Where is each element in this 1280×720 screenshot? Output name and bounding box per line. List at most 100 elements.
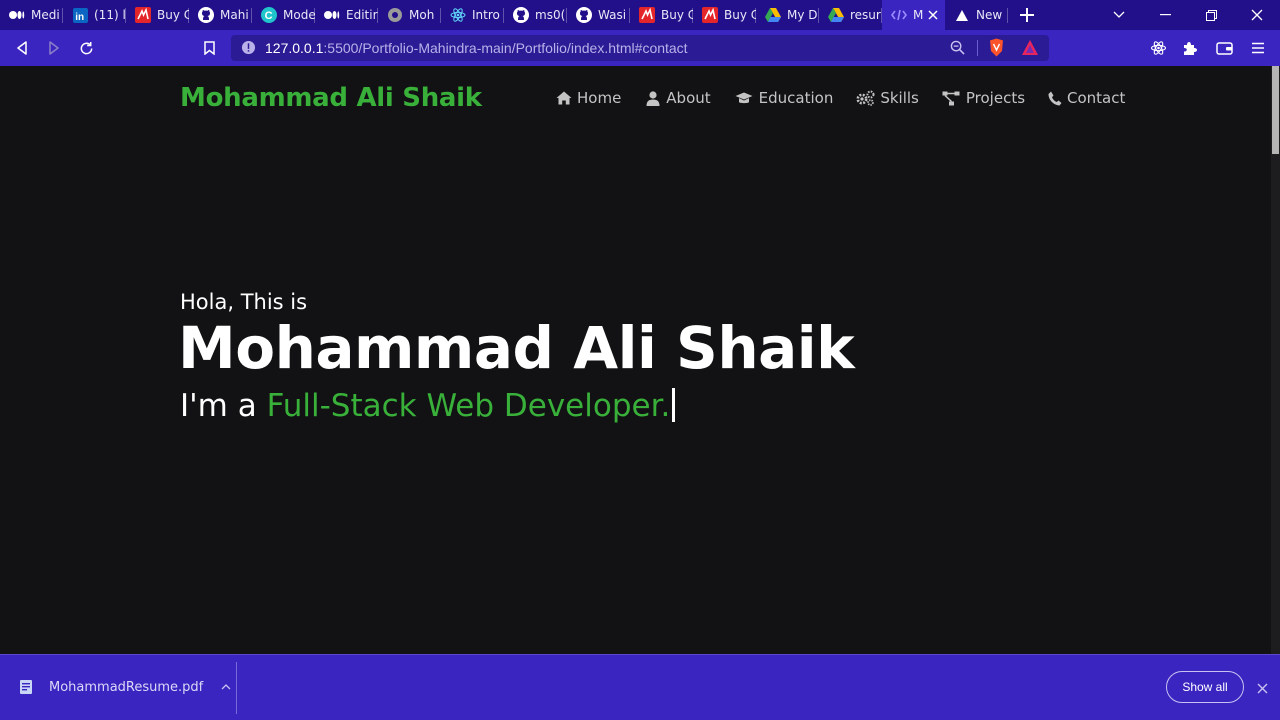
download-divider	[236, 662, 237, 714]
url-path: :5500/Portfolio-Mahindra-main/Portfolio/…	[323, 40, 688, 56]
tab[interactable]: My D	[756, 0, 819, 30]
pdf-file-icon	[20, 680, 32, 694]
download-filename: MohammadResume.pdf	[49, 679, 204, 695]
nav-item-skills[interactable]: Skills	[856, 89, 919, 107]
drive-icon	[828, 7, 844, 23]
tab[interactable]: Intro	[441, 0, 504, 30]
nav-item-about[interactable]: About	[644, 89, 711, 107]
close-window-button[interactable]	[1234, 0, 1280, 30]
tab-title: Mahi	[220, 8, 249, 22]
tab[interactable]: New	[945, 0, 1008, 30]
tab[interactable]: Medi	[0, 0, 63, 30]
bookmark-icon	[203, 41, 215, 55]
nav-item-projects[interactable]: Projects	[942, 89, 1025, 107]
store-icon	[702, 7, 718, 23]
minimize-icon	[1159, 14, 1171, 16]
nav-label: Education	[758, 89, 834, 107]
tab-title: Buy C	[661, 8, 693, 22]
nav-label: Skills	[880, 89, 919, 107]
svg-text:in: in	[75, 12, 84, 23]
wallet-icon	[1215, 42, 1233, 55]
nav-label: Home	[577, 89, 622, 107]
github-icon	[513, 7, 529, 23]
globe-icon	[387, 7, 403, 23]
tagline-role: Full-Stack Web Developer.	[266, 388, 671, 424]
drive-icon	[765, 7, 781, 23]
download-item[interactable]: MohammadResume.pdf	[18, 674, 233, 700]
tab[interactable]: C Mode	[252, 0, 315, 30]
tab[interactable]: in (11) l	[63, 0, 126, 30]
tab[interactable]: ms0(	[504, 0, 567, 30]
site-brand-logo[interactable]: Mohammad Ali Shaik	[180, 83, 482, 113]
user-icon	[644, 90, 661, 106]
tab-active[interactable]: M	[882, 0, 945, 30]
tab[interactable]: Mahi	[189, 0, 252, 30]
bookmark-button[interactable]	[195, 34, 223, 62]
address-divider	[977, 40, 978, 56]
page-scrollbar[interactable]	[1271, 66, 1280, 654]
tab-title: (11) l	[94, 8, 126, 22]
zoom-icon[interactable]	[950, 40, 965, 55]
tab-title: Mode	[283, 8, 315, 22]
back-button[interactable]	[8, 34, 36, 62]
scrollbar-thumb[interactable]	[1272, 66, 1279, 154]
tab-title: New	[976, 8, 1003, 22]
address-bar[interactable]: 127.0.0.1:5500/Portfolio-Mahindra-main/P…	[231, 35, 1049, 61]
tab[interactable]: Buy C	[693, 0, 756, 30]
minimize-button[interactable]	[1142, 0, 1188, 30]
github-icon	[198, 7, 214, 23]
tab[interactable]: Buy C	[630, 0, 693, 30]
chevron-up-icon[interactable]	[219, 680, 233, 694]
site-info-icon[interactable]	[241, 40, 256, 55]
restore-icon	[1205, 9, 1217, 21]
new-tab-icon	[954, 7, 970, 23]
tagline-prefix: I'm a	[180, 388, 267, 424]
brave-shields-icon[interactable]	[988, 38, 1005, 57]
download-shelf: MohammadResume.pdf Show all	[0, 654, 1280, 720]
nav-item-home[interactable]: Home	[555, 89, 621, 107]
close-tab-icon[interactable]	[926, 8, 940, 22]
typing-cursor	[672, 388, 676, 422]
hero-greeting: Hola, This is	[180, 290, 308, 314]
url-host: 127.0.0.1	[265, 40, 324, 56]
react-devtools-extension[interactable]	[1144, 34, 1172, 62]
store-icon	[135, 7, 151, 23]
extensions-button[interactable]	[1176, 34, 1204, 62]
back-arrow-icon	[17, 41, 27, 55]
tab-search-button[interactable]	[1096, 0, 1142, 30]
show-all-downloads-button[interactable]: Show all	[1166, 671, 1244, 703]
tab[interactable]: Wasi	[567, 0, 630, 30]
reload-icon	[80, 41, 92, 54]
nav-item-contact[interactable]: Contact	[1048, 89, 1125, 107]
reload-button[interactable]	[72, 34, 100, 62]
close-icon	[1257, 683, 1267, 693]
restore-button[interactable]	[1188, 0, 1234, 30]
hamburger-menu-icon	[1252, 42, 1264, 54]
close-download-shelf-button[interactable]	[1253, 679, 1271, 697]
phone-icon	[1048, 91, 1062, 106]
tab-title: Moh	[409, 8, 435, 22]
hero-name: Mohammad Ali Shaik	[178, 314, 855, 382]
tab-title: Intro	[472, 8, 500, 22]
github-icon	[576, 7, 592, 23]
tab[interactable]: Moh	[378, 0, 441, 30]
store-icon	[639, 7, 655, 23]
tab[interactable]: Buy C	[126, 0, 189, 30]
tab[interactable]: resur	[819, 0, 882, 30]
brave-rewards-icon[interactable]	[1021, 39, 1039, 56]
tab-title: Buy C	[157, 8, 189, 22]
forward-button[interactable]	[40, 34, 68, 62]
site-nav: Home About Education Skills Projects Con…	[555, 89, 1125, 107]
chevron-down-icon	[1113, 11, 1125, 18]
tab-title: M	[913, 8, 924, 22]
wallet-button[interactable]	[1210, 34, 1238, 62]
new-tab-button[interactable]	[1008, 0, 1046, 30]
menu-button[interactable]	[1244, 34, 1272, 62]
nav-item-education[interactable]: Education	[734, 89, 834, 107]
gears-icon	[856, 90, 875, 106]
url-text: 127.0.0.1:5500/Portfolio-Mahindra-main/P…	[265, 40, 688, 56]
browser-toolbar: 127.0.0.1:5500/Portfolio-Mahindra-main/P…	[0, 30, 1280, 66]
tab[interactable]: Editir	[315, 0, 378, 30]
nav-label: About	[666, 89, 711, 107]
tab-title: Editir	[346, 8, 378, 22]
